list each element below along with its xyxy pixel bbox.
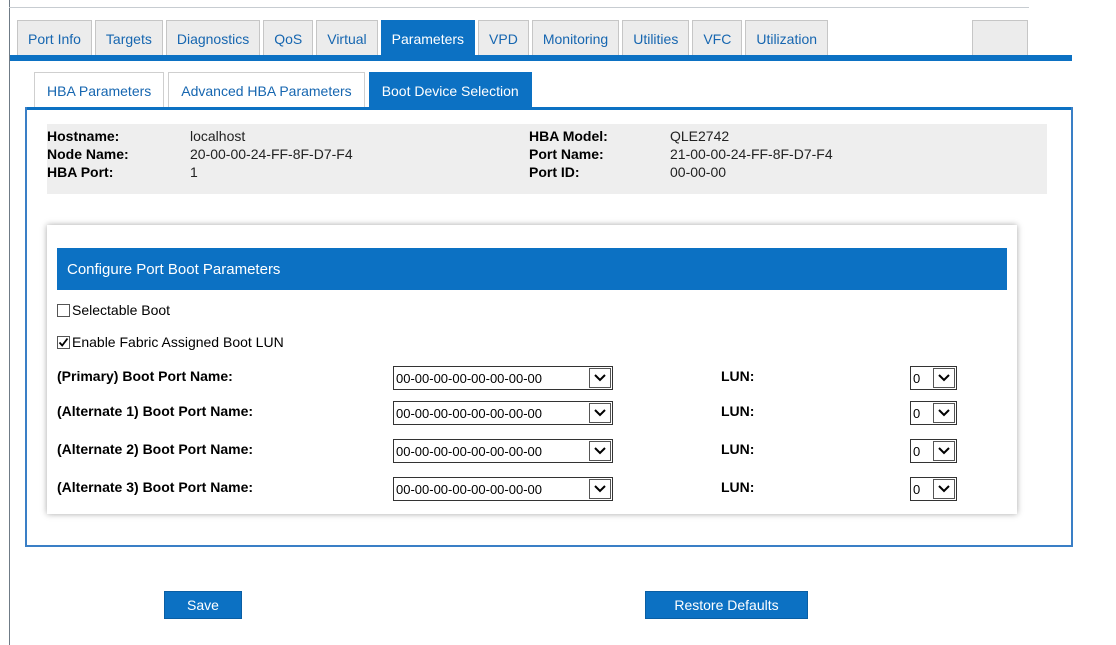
- main-tab-bar: Port Info Targets Diagnostics QoS Virtua…: [17, 20, 831, 56]
- chevron-down-icon[interactable]: [589, 403, 611, 423]
- tab-vfc[interactable]: VFC: [692, 20, 743, 56]
- boot-port-label: (Alternate 2) Boot Port Name:: [57, 441, 254, 457]
- tab-bar-filler: [972, 20, 1028, 56]
- lun-label: LUN:: [721, 368, 755, 384]
- selectable-boot-row[interactable]: Selectable Boot: [57, 300, 170, 320]
- tab-port-info[interactable]: Port Info: [17, 20, 92, 56]
- hostname-label: Hostname:: [47, 128, 120, 144]
- boot-config-header: Configure Port Boot Parameters: [57, 248, 1007, 290]
- subtab-hba-parameters[interactable]: HBA Parameters: [34, 72, 165, 108]
- port-name-value: 21-00-00-24-FF-8F-D7-F4: [670, 146, 833, 162]
- lun-label: LUN:: [721, 479, 755, 495]
- chevron-down-icon[interactable]: [933, 403, 955, 423]
- tab-diagnostics[interactable]: Diagnostics: [165, 20, 261, 56]
- node-name-label: Node Name:: [47, 146, 129, 162]
- boot-port-label: (Alternate 1) Boot Port Name:: [57, 403, 254, 419]
- boot-port-select[interactable]: 00-00-00-00-00-00-00-00: [393, 439, 613, 463]
- boot-port-row-alternate-2: (Alternate 2) Boot Port Name: 00-00-00-0…: [57, 439, 1007, 463]
- node-name-value: 20-00-00-24-FF-8F-D7-F4: [190, 146, 353, 162]
- hba-model-value: QLE2742: [670, 128, 730, 144]
- restore-defaults-button[interactable]: Restore Defaults: [645, 591, 808, 619]
- page-top-rule: [9, 7, 1029, 8]
- lun-value: 0: [913, 443, 921, 459]
- lun-label: LUN:: [721, 403, 755, 419]
- fabric-boot-checkbox[interactable]: [57, 335, 70, 349]
- boot-port-select[interactable]: 00-00-00-00-00-00-00-00: [393, 366, 613, 390]
- tab-vpd[interactable]: VPD: [478, 20, 529, 56]
- lun-select[interactable]: 0: [910, 401, 957, 425]
- subtab-advanced-hba-parameters[interactable]: Advanced HBA Parameters: [168, 72, 365, 108]
- boot-config-card: Configure Port Boot Parameters Selectabl…: [47, 225, 1017, 514]
- lun-value: 0: [913, 370, 921, 386]
- boot-port-row-alternate-3: (Alternate 3) Boot Port Name: 00-00-00-0…: [57, 477, 1007, 501]
- boot-port-select[interactable]: 00-00-00-00-00-00-00-00: [393, 401, 613, 425]
- tab-virtual[interactable]: Virtual: [316, 20, 378, 56]
- boot-port-value: 00-00-00-00-00-00-00-00: [396, 481, 542, 497]
- boot-port-select[interactable]: 00-00-00-00-00-00-00-00: [393, 477, 613, 501]
- boot-port-value: 00-00-00-00-00-00-00-00: [396, 443, 542, 459]
- fabric-boot-label: Enable Fabric Assigned Boot LUN: [72, 334, 284, 350]
- chevron-down-icon[interactable]: [933, 441, 955, 461]
- page-left-rule: [9, 0, 10, 645]
- selectable-boot-label: Selectable Boot: [72, 302, 171, 318]
- boot-port-label: (Alternate 3) Boot Port Name:: [57, 479, 254, 495]
- chevron-down-icon[interactable]: [589, 368, 611, 388]
- tab-utilities[interactable]: Utilities: [622, 20, 690, 56]
- save-button[interactable]: Save: [164, 591, 242, 619]
- tab-monitoring[interactable]: Monitoring: [531, 20, 620, 56]
- lun-value: 0: [913, 405, 921, 421]
- main-tab-underline: [10, 55, 1072, 61]
- hba-port-label: HBA Port:: [47, 164, 114, 180]
- tab-parameters[interactable]: Parameters: [380, 20, 476, 56]
- lun-label: LUN:: [721, 441, 755, 457]
- tab-targets[interactable]: Targets: [94, 20, 163, 56]
- hba-info-box: Hostname: localhost Node Name: 20-00-00-…: [47, 124, 1047, 194]
- hostname-value: localhost: [190, 128, 246, 144]
- chevron-down-icon[interactable]: [933, 368, 955, 388]
- fabric-boot-row[interactable]: Enable Fabric Assigned Boot LUN: [57, 332, 284, 352]
- lun-select[interactable]: 0: [910, 366, 957, 390]
- port-name-label: Port Name:: [529, 146, 604, 162]
- boot-port-value: 00-00-00-00-00-00-00-00: [396, 370, 542, 386]
- tab-utilization[interactable]: Utilization: [745, 20, 829, 56]
- hba-model-label: HBA Model:: [529, 128, 608, 144]
- boot-port-label: (Primary) Boot Port Name:: [57, 368, 233, 384]
- chevron-down-icon[interactable]: [933, 479, 955, 499]
- subtab-boot-device-selection[interactable]: Boot Device Selection: [368, 72, 532, 108]
- lun-value: 0: [913, 481, 921, 497]
- selectable-boot-checkbox[interactable]: [57, 303, 70, 317]
- chevron-down-icon[interactable]: [589, 479, 611, 499]
- port-id-value: 00-00-00: [670, 164, 727, 180]
- boot-port-value: 00-00-00-00-00-00-00-00: [396, 405, 542, 421]
- boot-port-row-alternate-1: (Alternate 1) Boot Port Name: 00-00-00-0…: [57, 401, 1007, 425]
- tab-qos[interactable]: QoS: [263, 20, 314, 56]
- lun-select[interactable]: 0: [910, 477, 957, 501]
- lun-select[interactable]: 0: [910, 439, 957, 463]
- sub-tab-bar: HBA Parameters Advanced HBA Parameters B…: [34, 72, 536, 108]
- checkmark-icon: [58, 337, 69, 347]
- boot-port-row-primary: (Primary) Boot Port Name: 00-00-00-00-00…: [57, 366, 1007, 390]
- hba-port-value: 1: [190, 164, 198, 180]
- port-id-label: Port ID:: [529, 164, 580, 180]
- chevron-down-icon[interactable]: [589, 441, 611, 461]
